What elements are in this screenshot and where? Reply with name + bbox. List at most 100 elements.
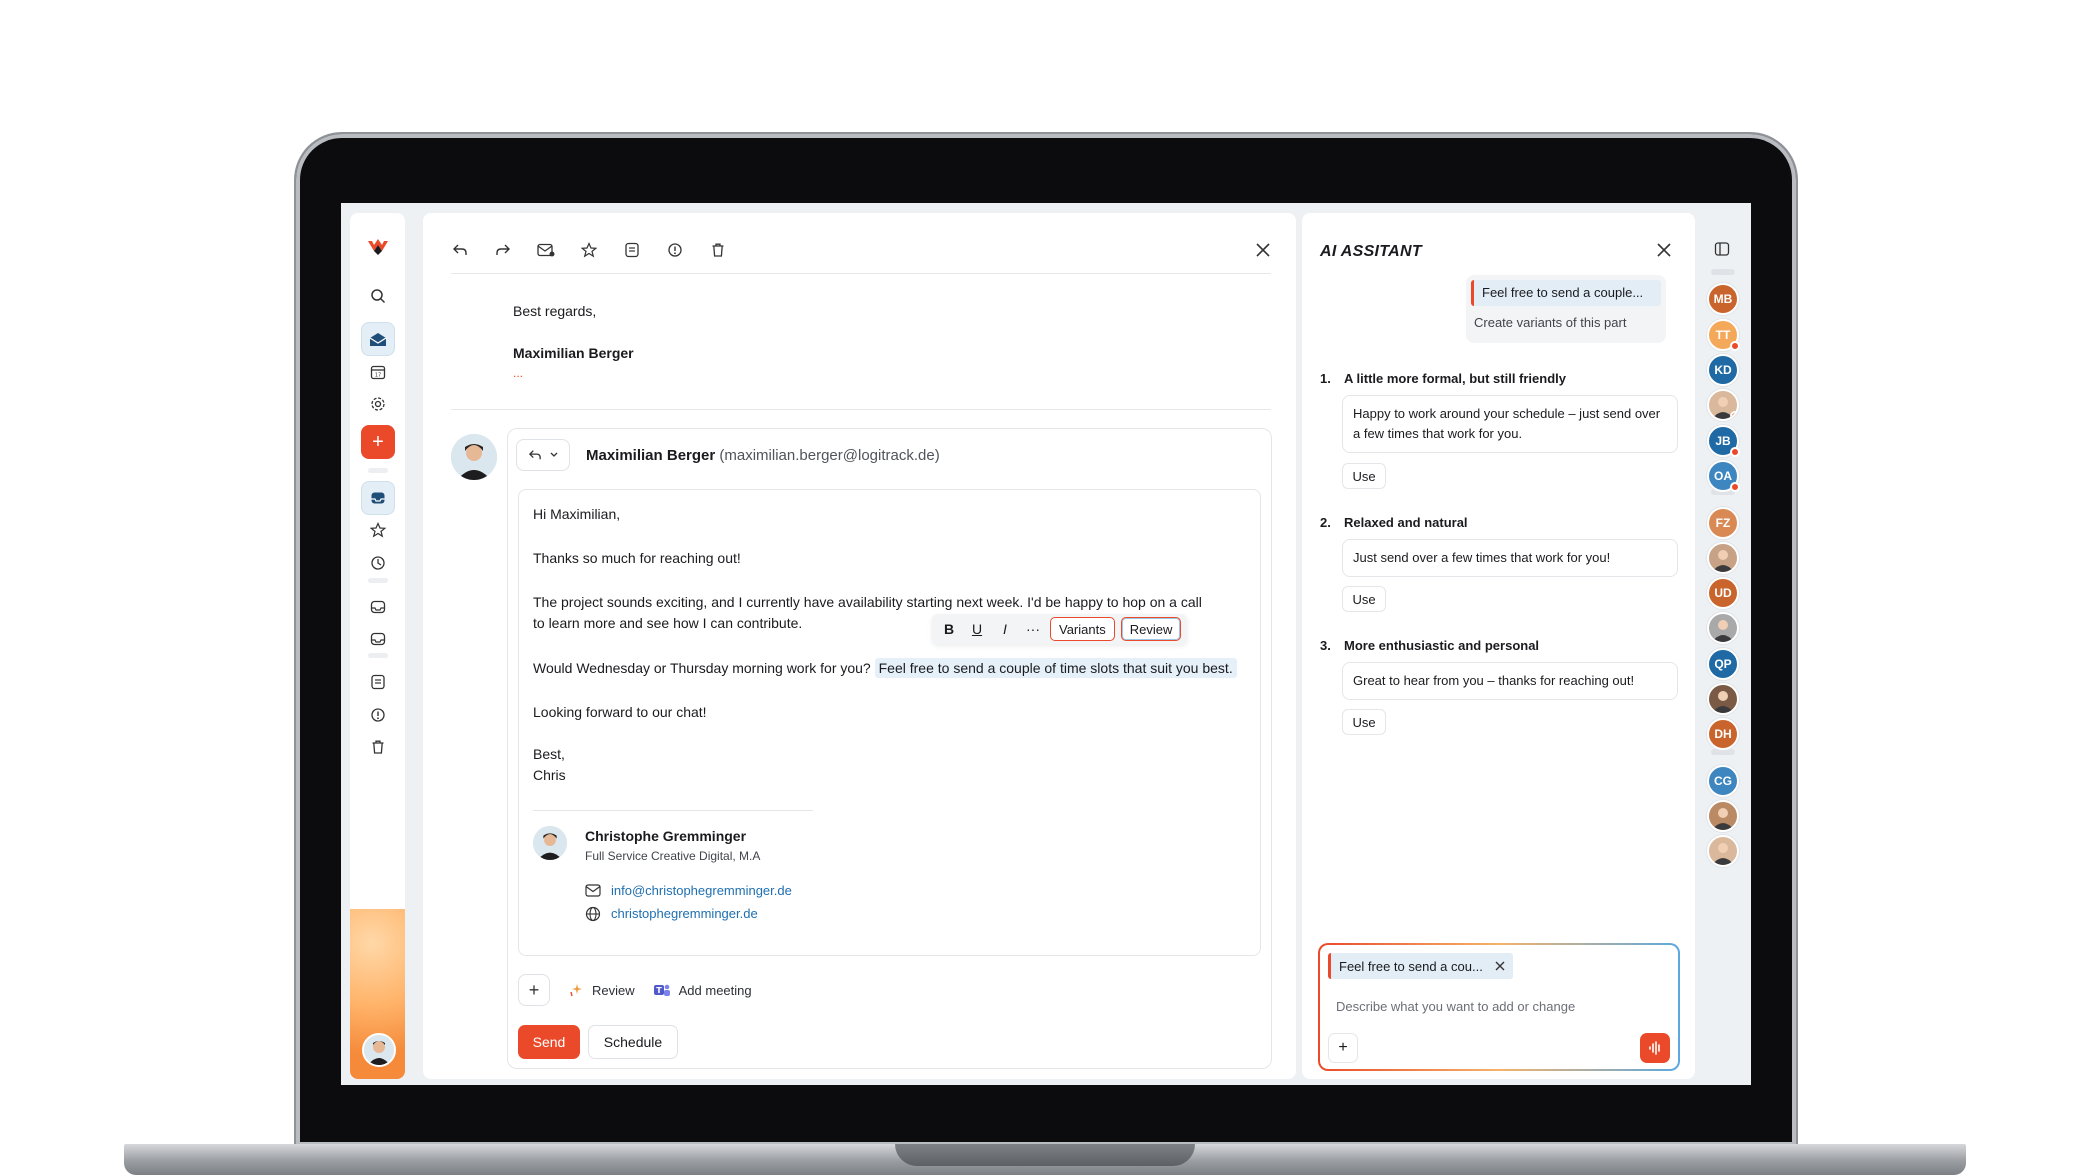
star-button[interactable] — [574, 235, 604, 265]
brand-logo-icon — [368, 239, 388, 255]
ai-panel-title: AI ASSITANT — [1320, 243, 1422, 260]
body-line-3-text: Would Wednesday or Thursday morning work… — [533, 660, 871, 676]
contact-avatar[interactable]: KD — [1707, 354, 1739, 386]
mail-nav-button[interactable] — [361, 322, 395, 356]
laptop-notch — [895, 1144, 1195, 1166]
ai-review-button[interactable]: Review — [568, 982, 635, 998]
star-icon — [370, 522, 386, 538]
archive-icon — [625, 242, 639, 258]
app-screen: 17 + Best regards, Maximilian Berger ...… — [341, 203, 1751, 1085]
sidebar-toggle-icon — [1714, 242, 1730, 256]
voice-input-button[interactable] — [1640, 1033, 1670, 1063]
report-spam-button[interactable] — [660, 235, 690, 265]
contact-photo-avatar[interactable] — [1707, 683, 1739, 715]
ai-prompt-input[interactable]: Describe what you want to add or change — [1336, 999, 1575, 1014]
underline-button[interactable]: U — [966, 619, 988, 640]
trash-nav-button[interactable] — [361, 730, 395, 764]
audio-wave-icon — [1649, 1041, 1660, 1055]
variant-1-heading: 1. A little more formal, but still friend… — [1320, 371, 1566, 386]
contact-photo-avatar[interactable] — [1707, 542, 1739, 574]
mail-panel: Best regards, Maximilian Berger ... Maxi… — [423, 213, 1296, 1079]
delete-button[interactable] — [703, 235, 733, 265]
close-ai-panel-button[interactable] — [1649, 235, 1679, 265]
forward-icon — [496, 244, 510, 255]
use-variant-1-button[interactable]: Use — [1342, 463, 1386, 489]
contact-avatar[interactable]: QP — [1707, 648, 1739, 680]
snoozed-nav-button[interactable] — [361, 546, 395, 580]
use-variant-3-button[interactable]: Use — [1342, 709, 1386, 735]
bold-button[interactable]: B — [938, 619, 960, 640]
alert-icon — [371, 708, 385, 722]
contact-avatar[interactable]: TT — [1707, 319, 1740, 351]
italic-button[interactable]: I — [994, 619, 1016, 640]
toggle-sidebar-button[interactable] — [1706, 233, 1738, 265]
body-signoff-name: Chris — [533, 767, 566, 783]
selected-text-highlight[interactable]: Feel free to send a couple of time slots… — [874, 658, 1237, 678]
forward-button[interactable] — [488, 235, 518, 265]
variant-2-heading: 2. Relaxed and natural — [1320, 515, 1468, 530]
mark-unread-button[interactable] — [531, 235, 561, 265]
spam-nav-button[interactable] — [361, 698, 395, 732]
more-options-button[interactable]: ··· — [1022, 619, 1044, 640]
use-variant-2-button[interactable]: Use — [1342, 586, 1386, 612]
close-icon[interactable] — [1495, 961, 1505, 971]
archive-nav-button[interactable] — [361, 665, 395, 699]
folder-nav-button-1[interactable] — [361, 590, 395, 624]
contact-photo-avatar[interactable] — [1707, 800, 1739, 832]
context-chip-label: Feel free to send a cou... — [1339, 958, 1483, 974]
calendar-nav-button[interactable]: 17 — [361, 355, 395, 389]
send-button[interactable]: Send — [518, 1025, 580, 1059]
person-avatar-icon — [1712, 550, 1734, 572]
attach-button[interactable]: + — [518, 974, 550, 1006]
inbox-nav-button[interactable] — [361, 481, 395, 515]
person-avatar-icon — [1712, 808, 1734, 830]
trash-icon — [712, 243, 724, 257]
contact-photo-avatar[interactable] — [1707, 612, 1739, 644]
contact-avatar[interactable]: CG — [1707, 765, 1739, 797]
formatting-toolbar: B U I ··· Variants Review — [932, 614, 1188, 644]
folder-nav-button-2[interactable] — [361, 622, 395, 656]
variants-button[interactable]: Variants — [1050, 617, 1115, 641]
mail-icon — [585, 884, 601, 897]
message-body-editor[interactable]: Hi Maximilian, Thanks so much for reachi… — [518, 489, 1261, 956]
close-icon — [1657, 243, 1671, 257]
sparkle-icon — [570, 984, 582, 997]
contact-avatar[interactable]: UD — [1707, 577, 1739, 609]
signature-website-row: christophegremminger.de — [585, 903, 758, 924]
ai-review-label: Review — [592, 982, 635, 998]
unread-dot — [1730, 447, 1740, 457]
contact-avatar[interactable]: JB — [1707, 425, 1740, 457]
contact-photo-avatar[interactable] — [1707, 389, 1739, 421]
reply-type-dropdown[interactable] — [516, 439, 570, 471]
signature-email-row: info@christophegremminger.de — [585, 880, 792, 901]
archive-button[interactable] — [617, 235, 647, 265]
svg-text:17: 17 — [375, 373, 381, 379]
mail-dot-icon — [537, 243, 555, 257]
contact-initials: DH — [1714, 727, 1732, 741]
close-mail-button[interactable] — [1248, 235, 1278, 265]
signature-email-link[interactable]: info@christophegremminger.de — [611, 880, 792, 901]
new-item-button[interactable]: + — [361, 425, 395, 459]
mail-toolbar — [445, 235, 733, 265]
review-button[interactable]: Review — [1120, 617, 1182, 641]
schedule-button[interactable]: Schedule — [588, 1025, 678, 1059]
reply-button[interactable] — [445, 235, 475, 265]
contact-avatar[interactable]: DH — [1707, 718, 1739, 750]
request-text: Create variants of this part — [1474, 315, 1627, 330]
contact-photo-avatar[interactable] — [1707, 835, 1739, 867]
add-meeting-button[interactable]: T Add meeting — [653, 982, 752, 998]
alert-icon — [668, 243, 682, 257]
user-avatar[interactable] — [362, 1033, 396, 1067]
search-button[interactable] — [361, 279, 395, 313]
settings-nav-button[interactable] — [361, 387, 395, 421]
starred-nav-button[interactable] — [361, 513, 395, 547]
body-line-2b: to learn more and see how I can contribu… — [533, 615, 803, 631]
contact-avatar[interactable]: MB — [1707, 283, 1739, 315]
signature-website-link[interactable]: christophegremminger.de — [611, 903, 758, 924]
sender-avatar — [451, 434, 497, 480]
contact-avatar[interactable]: OA — [1707, 460, 1740, 492]
expand-quoted-button[interactable]: ... — [513, 363, 634, 383]
contact-avatar[interactable]: FZ — [1707, 507, 1739, 539]
ai-attach-button[interactable]: + — [1328, 1033, 1358, 1063]
variant-3-heading: 3. More enthusiastic and personal — [1320, 638, 1540, 653]
